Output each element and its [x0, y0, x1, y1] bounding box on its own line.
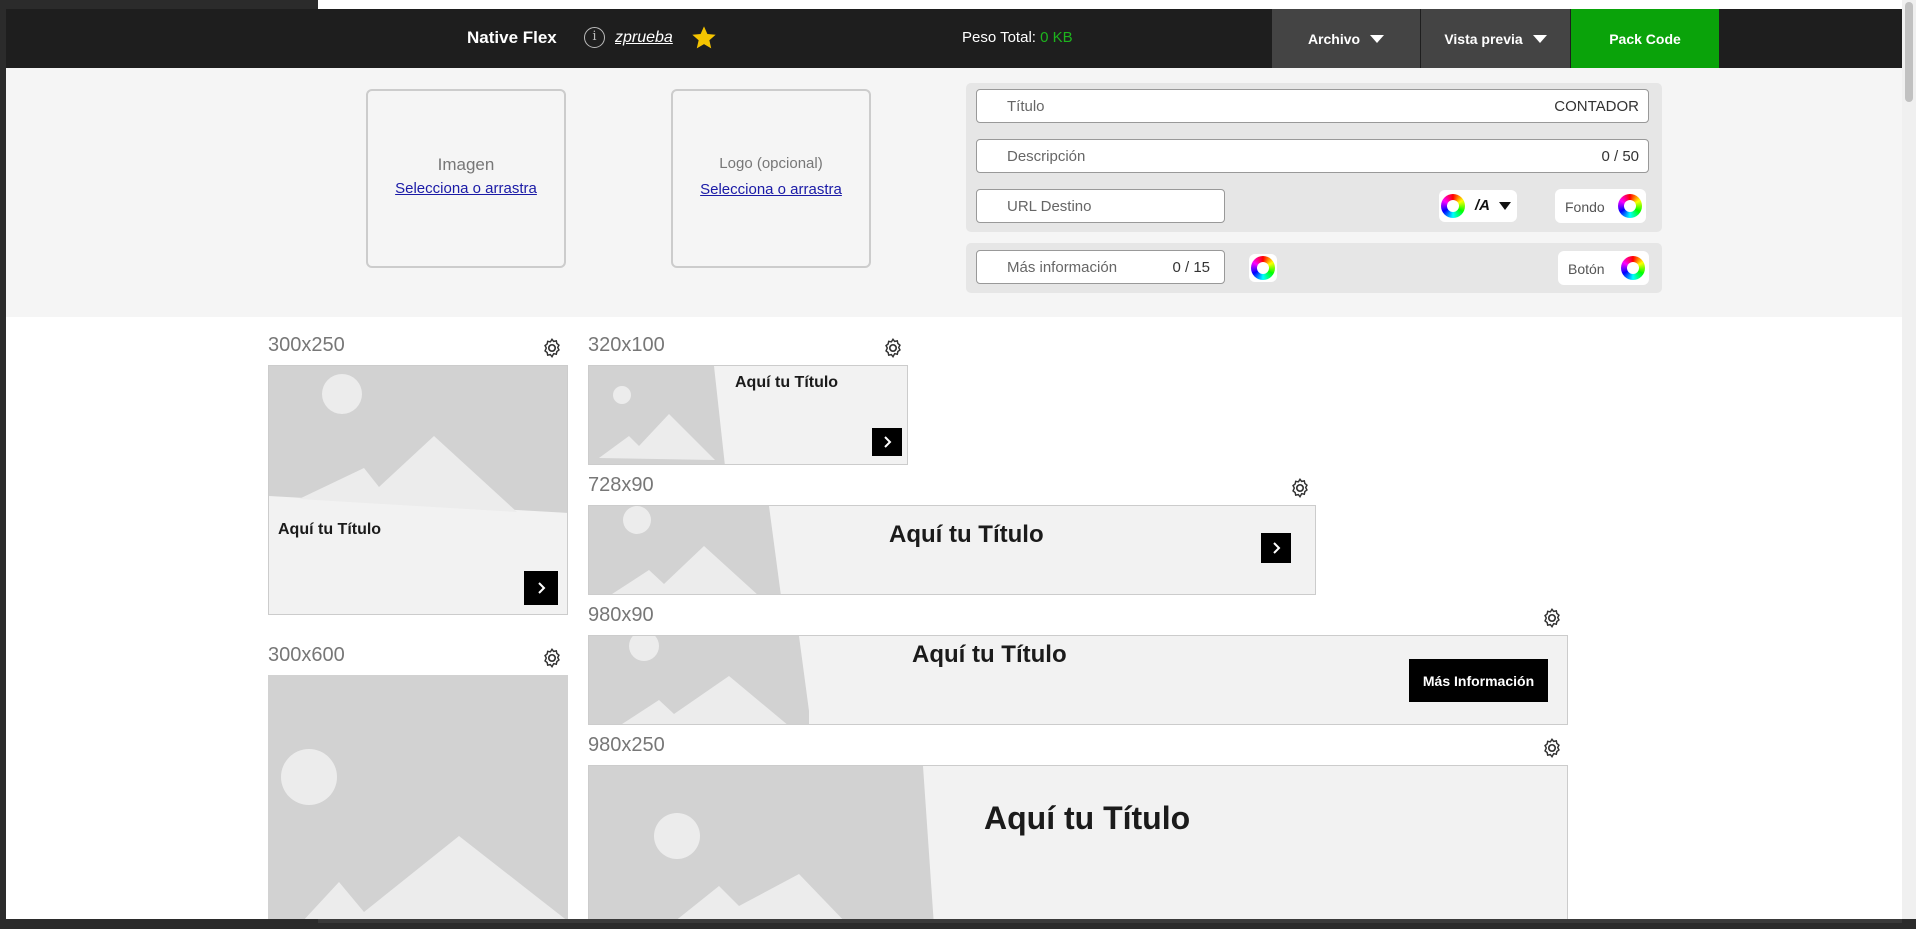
boton-color-picker[interactable]: Botón — [1558, 251, 1649, 285]
descripcion-placeholder: Descripción — [1007, 148, 1086, 165]
banner-300x250[interactable]: Aquí tu Título — [268, 365, 568, 615]
banner-300x600[interactable] — [268, 675, 568, 919]
text-color-picker[interactable]: /A — [1439, 190, 1517, 222]
boton-label: Botón — [1568, 261, 1605, 277]
url-destino-placeholder: URL Destino — [1007, 198, 1092, 215]
banner-980x250[interactable]: Aquí tu Título — [588, 765, 1568, 919]
image-placeholder-icon — [589, 766, 934, 919]
banner-title: Aquí tu Título — [735, 374, 839, 391]
color-wheel-icon[interactable] — [1621, 256, 1645, 280]
chevron-right-icon — [538, 582, 546, 594]
app-window: Native Flex i zprueba Peso Total: 0 KB A… — [6, 9, 1902, 919]
vista-previa-label: Vista previa — [1444, 30, 1523, 47]
image-placeholder-icon — [281, 749, 566, 919]
image-placeholder-icon — [589, 366, 725, 464]
window-top-strip — [318, 0, 1916, 9]
pack-code-button[interactable]: Pack Code — [1571, 9, 1719, 68]
url-destino-field[interactable]: URL Destino — [976, 189, 1225, 223]
banner-size-label: 320x100 — [588, 334, 665, 356]
caret-down-icon — [1532, 34, 1547, 43]
banner-size-label: 728x90 — [588, 474, 654, 496]
text-fields-panel: Título CONTADOR Descripción 0 / 50 URL D… — [966, 83, 1662, 232]
gear-icon[interactable] — [541, 647, 563, 669]
mas-informacion-button[interactable]: Más Información — [1409, 659, 1548, 702]
fondo-label: Fondo — [1565, 199, 1605, 215]
gear-icon[interactable] — [1541, 737, 1563, 759]
fondo-color-picker[interactable]: Fondo — [1555, 189, 1646, 223]
gear-icon[interactable] — [882, 337, 904, 359]
total-weight-label: Peso Total: — [962, 29, 1036, 46]
archivo-label: Archivo — [1307, 30, 1361, 47]
color-wheel-icon[interactable] — [1251, 256, 1275, 280]
descripcion-field[interactable]: Descripción 0 / 50 — [976, 139, 1649, 173]
banner-size-label: 980x250 — [588, 734, 665, 756]
caret-down-icon — [1370, 34, 1385, 43]
banner-title: Aquí tu Título — [889, 521, 1044, 548]
favorite-star-icon[interactable] — [690, 24, 718, 52]
cta-arrow-button[interactable] — [1261, 533, 1291, 563]
button-text-color-picker[interactable] — [1249, 254, 1277, 282]
mas-informacion-field[interactable]: Más información 0 / 15 — [976, 250, 1225, 284]
logo-dropzone[interactable]: Logo (opcional) Selecciona o arrastra — [671, 89, 871, 268]
banner-320x100[interactable]: Aquí tu Título — [588, 365, 908, 465]
cta-arrow-button[interactable] — [524, 571, 558, 605]
color-wheel-icon[interactable] — [1441, 194, 1465, 218]
mas-informacion-counter: 0 / 15 — [1172, 259, 1210, 276]
app-title: Native Flex — [467, 28, 557, 47]
archivo-menu-button[interactable]: Archivo — [1272, 9, 1420, 68]
caret-down-icon[interactable] — [1499, 202, 1511, 210]
titulo-field[interactable]: Título CONTADOR — [976, 89, 1649, 123]
image-placeholder-icon — [589, 636, 809, 724]
scrollbar-thumb[interactable] — [1905, 2, 1913, 102]
top-header: Native Flex i zprueba Peso Total: 0 KB A… — [6, 9, 1902, 68]
image-dropzone-label: Imagen — [437, 155, 495, 174]
descripcion-counter: 0 / 50 — [1601, 148, 1639, 165]
chevron-right-icon — [1273, 542, 1281, 554]
image-placeholder-icon — [589, 506, 781, 594]
banner-title: Aquí tu Título — [912, 641, 1067, 668]
banner-title: Aquí tu Título — [984, 800, 1191, 836]
pack-code-label: Pack Code — [1609, 30, 1681, 47]
mas-informacion-placeholder: Más información — [1007, 259, 1118, 276]
titulo-value: CONTADOR — [1554, 98, 1639, 115]
project-name-link[interactable]: zprueba — [615, 29, 673, 47]
total-weight-value: 0 KB — [1040, 29, 1073, 46]
banner-title: Aquí tu Título — [278, 521, 382, 538]
screen-frame: Native Flex i zprueba Peso Total: 0 KB A… — [0, 0, 1916, 929]
image-placeholder-icon — [269, 366, 567, 513]
total-weight: Peso Total: 0 KB — [962, 29, 1073, 46]
chevron-right-icon — [884, 436, 892, 448]
window-bottom-bar — [0, 919, 1916, 929]
banner-size-label: 300x600 — [268, 644, 345, 666]
banner-size-label: 980x90 — [588, 604, 654, 626]
image-dropzone[interactable]: Imagen Selecciona o arrastra — [366, 89, 566, 268]
gear-icon[interactable] — [541, 337, 563, 359]
button-fields-panel: Más información 0 / 15 Botón — [966, 243, 1662, 293]
banner-980x90[interactable]: Aquí tu Título Más Información — [588, 635, 1568, 725]
logo-dropzone-label: Logo (opcional) — [719, 155, 823, 172]
image-select-link[interactable]: Selecciona o arrastra — [368, 180, 564, 197]
cta-arrow-button[interactable] — [872, 428, 902, 456]
vertical-scrollbar[interactable] — [1902, 0, 1916, 929]
logo-select-link[interactable]: Selecciona o arrastra — [673, 181, 869, 198]
gear-icon[interactable] — [1289, 477, 1311, 499]
banner-size-label: 300x250 — [268, 334, 345, 356]
font-style-label: /A — [1475, 197, 1490, 214]
color-wheel-icon[interactable] — [1618, 194, 1642, 218]
vista-previa-menu-button[interactable]: Vista previa — [1421, 9, 1570, 68]
gear-icon[interactable] — [1541, 607, 1563, 629]
info-icon[interactable]: i — [584, 27, 605, 48]
titulo-placeholder: Título — [1007, 98, 1045, 115]
banner-728x90[interactable]: Aquí tu Título — [588, 505, 1316, 595]
